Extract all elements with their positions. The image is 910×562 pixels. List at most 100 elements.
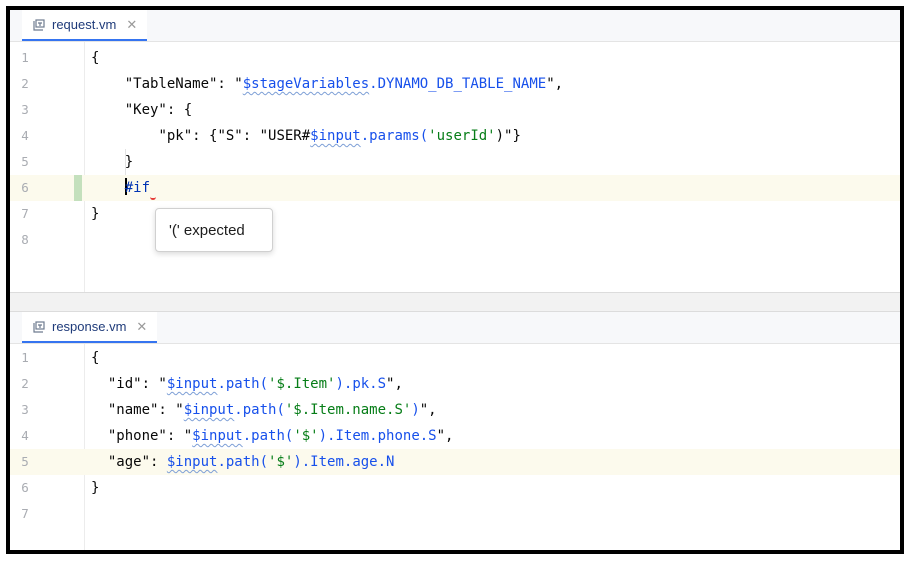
code-token: ",	[419, 402, 437, 418]
line-number: 5	[21, 454, 29, 469]
tab-response-vm[interactable]: response.vm ✕	[22, 312, 158, 343]
code-line[interactable]: 1{	[10, 45, 900, 71]
tab-label: response.vm	[52, 319, 127, 334]
code-token: '$.Item.name.S'	[284, 402, 412, 418]
line-number: 2	[21, 76, 29, 91]
code-token: "phone": "	[107, 428, 193, 444]
code-line[interactable]: 7}	[10, 201, 900, 227]
code-token: "pk": {"S": "USER#	[158, 128, 311, 144]
request-editor-pane: request.vm ✕ 1{2 "TableName": "$stageVar…	[10, 10, 900, 292]
editor-tab-bar: request.vm ✕	[10, 10, 900, 42]
code-token: ",	[436, 428, 454, 444]
ide-window: request.vm ✕ 1{2 "TableName": "$stageVar…	[6, 6, 904, 554]
code-line[interactable]: 3 "name": "$input.path('$.Item.name.S')"…	[10, 397, 900, 423]
code-text: {	[91, 345, 99, 371]
code-line[interactable]: 2 "TableName": "$stageVariables.DYNAMO_D…	[10, 71, 900, 97]
line-number: 7	[21, 206, 29, 221]
code-line[interactable]: 4 "pk": {"S": "USER#$input.params('userI…	[10, 123, 900, 149]
line-number: 2	[21, 376, 29, 391]
indent-guide	[125, 149, 126, 175]
code-text: "TableName": "$stageVariables.DYNAMO_DB_…	[91, 71, 563, 97]
code-token: ",	[386, 376, 403, 392]
code-token: '$.Item'	[268, 376, 336, 392]
code-token: .params(	[360, 128, 429, 144]
code-text: #if	[91, 175, 157, 201]
response-editor-pane: response.vm ✕ 1{2 "id": "$input.path('$.…	[10, 312, 900, 550]
code-text: "pk": {"S": "USER#$input.params('userId'…	[91, 123, 521, 149]
line-number: 6	[21, 180, 29, 195]
velocity-file-icon	[32, 18, 46, 32]
code-token: .path(	[217, 376, 269, 392]
code-line[interactable]: 5 }	[10, 149, 900, 175]
code-token: "name": "	[107, 402, 184, 418]
code-text: "id": "$input.path('$.Item').pk.S",	[91, 371, 403, 397]
code-token: $input	[166, 376, 218, 392]
editor-tab-bar: response.vm ✕	[10, 312, 900, 344]
line-number: 4	[21, 428, 29, 443]
code-token: $input	[183, 402, 235, 418]
close-icon[interactable]: ✕	[136, 320, 147, 333]
code-editor[interactable]: 1{2 "id": "$input.path('$.Item').pk.S", 3…	[10, 344, 900, 550]
code-token: ).pk.S	[335, 376, 387, 392]
code-line[interactable]: 6}	[10, 475, 900, 501]
code-token: .path(	[234, 402, 285, 418]
tab-request-vm[interactable]: request.vm ✕	[22, 10, 148, 41]
close-icon[interactable]: ✕	[126, 18, 137, 31]
code-line[interactable]: 7	[10, 501, 900, 527]
code-token: ).Item.age.N	[293, 454, 395, 470]
code-token: )"}	[495, 128, 521, 144]
code-line[interactable]: 1{	[10, 345, 900, 371]
line-number: 8	[21, 232, 29, 247]
code-text: }	[91, 475, 99, 501]
code-editor[interactable]: 1{2 "TableName": "$stageVariables.DYNAMO…	[10, 42, 900, 292]
code-line[interactable]: 8	[10, 227, 900, 253]
code-token: 'userId'	[428, 128, 496, 144]
line-number: 3	[21, 102, 29, 117]
line-number: 1	[21, 350, 29, 365]
code-token: ",	[546, 76, 564, 92]
code-token: "age":	[107, 454, 167, 470]
line-number: 5	[21, 154, 29, 169]
error-tooltip: '(' expected	[155, 208, 273, 252]
code-token: .path(	[217, 454, 269, 470]
code-token: "TableName": "	[124, 76, 243, 92]
change-marker	[74, 175, 82, 201]
line-number: 3	[21, 402, 29, 417]
tab-label: request.vm	[52, 17, 117, 32]
code-line[interactable]: 6 #if	[10, 175, 900, 201]
code-token: }	[91, 206, 100, 222]
code-line[interactable]: 5 "age": $input.path('$').Item.age.N	[10, 449, 900, 475]
code-token: )	[411, 402, 420, 418]
code-line[interactable]: 4 "phone": "$input.path('$').Item.phone.…	[10, 423, 900, 449]
code-token: '$'	[268, 454, 294, 470]
code-text: }	[91, 201, 99, 227]
code-token: {	[91, 350, 100, 366]
velocity-file-icon	[32, 320, 46, 334]
code-token: $stageVariables	[242, 76, 370, 92]
code-token: .path(	[242, 428, 294, 444]
code-line[interactable]: 3 "Key": {	[10, 97, 900, 123]
code-token: '$'	[293, 428, 319, 444]
code-token: .DYNAMO_DB_TABLE_NAME	[369, 76, 547, 92]
line-number: 4	[21, 128, 29, 143]
code-token: $input	[166, 454, 218, 470]
code-token: {	[91, 50, 100, 66]
code-text: "age": $input.path('$').Item.age.N	[91, 449, 395, 475]
line-number: 7	[21, 506, 29, 521]
pane-splitter[interactable]	[10, 292, 900, 312]
code-text: "Key": {	[91, 97, 192, 123]
code-text: "phone": "$input.path('$').Item.phone.S"…	[91, 423, 454, 449]
code-token: $input	[310, 128, 361, 144]
code-line[interactable]: 2 "id": "$input.path('$.Item').pk.S",	[10, 371, 900, 397]
error-tooltip-text: '(' expected	[169, 221, 245, 239]
code-token: "id": "	[107, 376, 167, 392]
